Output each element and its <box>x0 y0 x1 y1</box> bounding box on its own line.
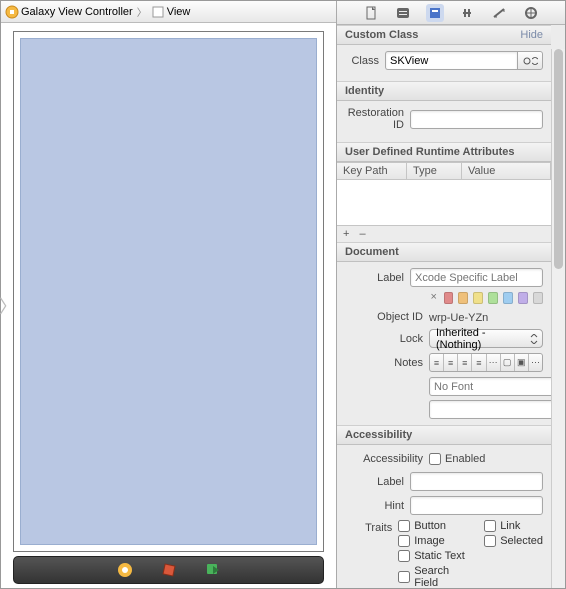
color-swatch[interactable] <box>503 292 513 304</box>
identity-inspector-tab[interactable] <box>426 4 444 22</box>
quick-help-tab[interactable] <box>394 4 412 22</box>
class-label: Class <box>345 55 379 67</box>
acc-label-label: Label <box>345 476 404 488</box>
file-inspector-tab[interactable] <box>362 4 380 22</box>
runtime-attrs-table[interactable] <box>337 180 551 226</box>
acc-hint-label: Hint <box>345 500 404 512</box>
canvas-pane: Galaxy View Controller 〉 View 〉 <box>1 1 337 588</box>
section-title: Accessibility <box>345 429 412 441</box>
accessibility-enabled-checkbox[interactable]: Enabled <box>429 451 507 465</box>
device-frame[interactable] <box>13 31 324 552</box>
col-type[interactable]: Type <box>407 163 462 179</box>
color-swatch[interactable] <box>458 292 468 304</box>
align-button[interactable] <box>116 561 134 579</box>
skview-canvas[interactable] <box>20 38 317 545</box>
trait-checkbox[interactable]: Link <box>484 520 543 532</box>
notes-text-input[interactable] <box>429 400 551 419</box>
resolve-issues-button[interactable] <box>204 561 222 579</box>
restoration-id-input[interactable] <box>410 110 543 129</box>
align-justify-button[interactable]: ≡ <box>472 354 486 371</box>
vertical-scrollbar[interactable] <box>551 49 565 588</box>
trait-checkbox[interactable]: Image <box>398 535 466 547</box>
breadcrumb[interactable]: Galaxy View Controller 〉 View <box>1 1 336 23</box>
accessibility-label: Accessibility <box>345 451 423 465</box>
color-swatch[interactable] <box>533 292 543 304</box>
class-combobox[interactable] <box>385 51 543 70</box>
acc-label-input[interactable] <box>410 472 543 491</box>
col-value[interactable]: Value <box>462 163 551 179</box>
remove-attr-button[interactable]: – <box>359 228 365 240</box>
class-input[interactable] <box>385 51 517 70</box>
section-title: User Defined Runtime Attributes <box>345 146 515 158</box>
class-dropdown-button[interactable] <box>517 51 543 70</box>
label-color-swatches: × <box>429 292 543 304</box>
section-title: Identity <box>345 85 384 97</box>
pin-button[interactable] <box>160 561 178 579</box>
notes-label: Notes <box>345 357 423 369</box>
lock-select[interactable]: Inherited - (Nothing) <box>429 329 543 348</box>
color-swatch[interactable] <box>488 292 498 304</box>
doc-label-label: Label <box>345 272 404 284</box>
lock-value: Inherited - (Nothing) <box>436 327 530 351</box>
traits-col-2: Link Selected <box>484 520 543 588</box>
color-swatch[interactable] <box>473 292 483 304</box>
scroll-thumb[interactable] <box>554 49 563 269</box>
traits-label: Traits <box>345 520 392 534</box>
align-left-button[interactable]: ≡ <box>430 354 444 371</box>
add-attr-button[interactable]: + <box>343 228 349 240</box>
separator: ⋯ <box>487 354 501 371</box>
doc-label-input[interactable] <box>410 268 543 287</box>
trait-checkbox[interactable]: Static Text <box>398 550 466 562</box>
traits-col-1: ButtonImageStatic TextSearch FieldPlays … <box>398 520 466 588</box>
custom-class-header: Custom Class Hide <box>337 25 551 45</box>
col-keypath[interactable]: Key Path <box>337 163 407 179</box>
fill-button[interactable]: ▣ <box>515 354 529 371</box>
view-icon <box>151 5 165 19</box>
font-input[interactable] <box>429 377 551 396</box>
color-swatch[interactable] <box>518 292 528 304</box>
attributes-inspector-tab[interactable] <box>458 4 476 22</box>
acc-hint-input[interactable] <box>410 496 543 515</box>
breadcrumb-item[interactable]: Galaxy View Controller <box>21 6 133 18</box>
canvas-area: 〉 <box>1 23 336 588</box>
inspector-tab-bar <box>337 1 565 25</box>
trait-checkbox[interactable]: Search Field <box>398 565 466 588</box>
controller-icon <box>5 5 19 19</box>
trait-checkbox[interactable]: Button <box>398 520 466 532</box>
breadcrumb-item[interactable]: View <box>167 6 191 18</box>
canvas-toolbar <box>13 556 324 584</box>
size-inspector-tab[interactable] <box>490 4 508 22</box>
updown-icon <box>530 334 538 344</box>
object-id-value: wrp-Ue-YZn <box>429 310 488 324</box>
section-title: Custom Class <box>345 29 418 41</box>
object-id-label: Object ID <box>345 311 423 323</box>
hide-button[interactable]: Hide <box>520 29 543 41</box>
inspector-pane: Custom Class Hide Class Identity Restora… <box>337 1 565 588</box>
restoration-id-label: Restoration ID <box>345 107 404 131</box>
lock-label: Lock <box>345 333 423 345</box>
align-center-button[interactable]: ≡ <box>444 354 458 371</box>
trait-checkbox[interactable]: Selected <box>484 535 543 547</box>
runtime-attrs-columns: Key Path Type Value <box>337 162 551 180</box>
clear-color-button[interactable]: × <box>429 292 439 304</box>
identity-header: Identity <box>337 81 551 101</box>
accessibility-header: Accessibility <box>337 425 551 445</box>
color-swatch[interactable] <box>444 292 454 304</box>
more-button[interactable]: ⋯ <box>529 354 542 371</box>
runtime-attrs-header: User Defined Runtime Attributes <box>337 142 551 162</box>
outline-button[interactable]: ▢ <box>501 354 515 371</box>
notes-format-bar: ≡ ≡ ≡ ≡ ⋯ ▢ ▣ ⋯ <box>429 353 543 372</box>
document-header: Document <box>337 242 551 262</box>
chevron-right-icon: 〉 <box>135 4 149 19</box>
connections-inspector-tab[interactable] <box>522 4 540 22</box>
section-title: Document <box>345 246 399 258</box>
align-right-button[interactable]: ≡ <box>458 354 472 371</box>
